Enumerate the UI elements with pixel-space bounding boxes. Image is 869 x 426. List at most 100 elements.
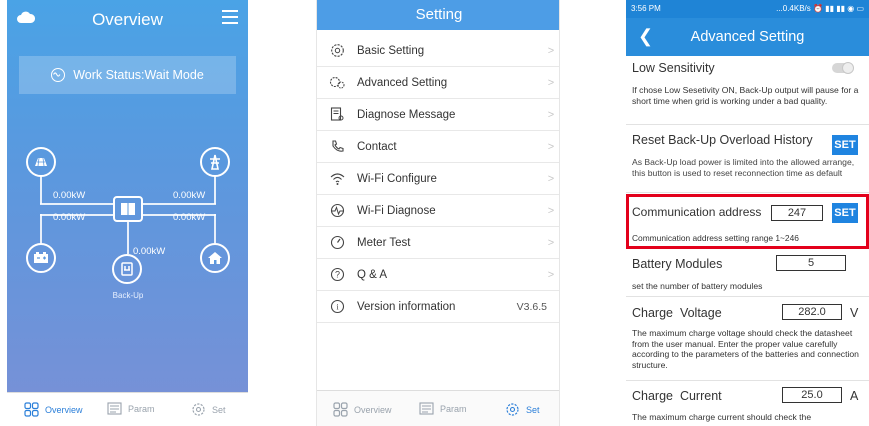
chevron-right-icon: > bbox=[547, 140, 555, 153]
battery-modules-input[interactable]: 5 bbox=[776, 255, 846, 271]
charge-voltage-input[interactable]: 282.0 bbox=[782, 304, 842, 320]
nav-param[interactable]: Param bbox=[107, 402, 155, 415]
setting-item-label: Q & A bbox=[357, 268, 388, 281]
pv-left-value: 0.00kW bbox=[53, 212, 86, 223]
chevron-right-icon: > bbox=[547, 76, 555, 89]
flow-line bbox=[40, 214, 42, 244]
wifi-icon bbox=[329, 171, 345, 187]
grid-icon bbox=[24, 402, 39, 417]
nav-set[interactable]: Set bbox=[505, 402, 540, 417]
work-status-text: Work Status:Wait Mode bbox=[73, 68, 204, 82]
setting-item-label: Wi-Fi Configure bbox=[357, 172, 437, 185]
nav-param-label: Param bbox=[440, 403, 467, 414]
charge-current-desc: The maximum charge current should check … bbox=[632, 412, 812, 422]
overview-header: Overview bbox=[7, 0, 248, 38]
svg-text:?: ? bbox=[334, 270, 339, 280]
reset-overload-label: Reset Back-Up Overload History bbox=[632, 133, 813, 147]
solar-panel-node[interactable] bbox=[26, 147, 56, 177]
setting-item-contact[interactable]: Contact > bbox=[317, 131, 559, 163]
setting-item-advanced[interactable]: Advanced Setting > bbox=[317, 67, 559, 99]
flow-line bbox=[127, 222, 129, 254]
chevron-right-icon: > bbox=[547, 108, 555, 121]
flow-line bbox=[214, 175, 216, 204]
version-value: V3.6.5 bbox=[516, 300, 547, 313]
chevron-right-icon: > bbox=[547, 268, 555, 281]
meter-icon bbox=[329, 235, 345, 251]
flow-line bbox=[40, 175, 42, 204]
pv-right-value: 0.00kW bbox=[173, 212, 206, 223]
nav-overview[interactable]: Overview bbox=[333, 402, 392, 417]
setting-screen: Setting Basic Setting > Advanced Setting… bbox=[316, 0, 560, 426]
flow-line bbox=[142, 203, 216, 205]
low-sensitivity-toggle[interactable] bbox=[832, 62, 854, 74]
flow-line bbox=[40, 203, 114, 205]
inverter-icon bbox=[121, 203, 135, 215]
status-time: 3:56 PM bbox=[631, 4, 661, 13]
backup-label: Back-Up bbox=[112, 291, 144, 300]
setting-item-wifi-configure[interactable]: Wi-Fi Configure > bbox=[317, 163, 559, 195]
status-indicators: ...0.4KB/s ⏰ ▮▮ ▮▮ ◉ ▭ bbox=[776, 4, 864, 13]
divider bbox=[626, 124, 869, 125]
setting-item-label: Contact bbox=[357, 140, 397, 153]
phone-icon bbox=[329, 139, 345, 155]
chevron-right-icon: > bbox=[547, 172, 555, 185]
inverter-node[interactable] bbox=[113, 196, 143, 222]
nav-overview-label: Overview bbox=[354, 404, 392, 415]
gear-icon bbox=[506, 403, 519, 416]
grid-tower-node[interactable] bbox=[200, 147, 230, 177]
setting-item-label: Diagnose Message bbox=[357, 108, 456, 121]
setting-item-label: Wi-Fi Diagnose bbox=[357, 204, 436, 217]
nav-set-label: Set bbox=[526, 404, 540, 415]
home-icon bbox=[208, 252, 222, 264]
solar-panel-icon bbox=[35, 157, 47, 167]
bottom-nav: Overview Param Set bbox=[7, 392, 248, 426]
param-icon bbox=[419, 402, 434, 415]
grid-icon bbox=[333, 402, 348, 417]
battery-node[interactable] bbox=[26, 243, 56, 273]
setting-item-label: Basic Setting bbox=[357, 44, 425, 57]
battery-modules-desc: set the number of battery modules bbox=[632, 281, 763, 291]
grid-left-value: 0.00kW bbox=[53, 190, 86, 201]
setting-title: Setting bbox=[317, 0, 559, 30]
pulse-icon bbox=[329, 203, 345, 219]
grid-right-value: 0.00kW bbox=[173, 190, 206, 201]
reset-overload-set-button[interactable]: SET bbox=[832, 135, 858, 155]
page-title: Advanced Setting bbox=[690, 29, 805, 45]
setting-item-version[interactable]: i Version information V3.6.5 bbox=[317, 291, 559, 323]
charge-voltage-desc: The maximum charge voltage should check … bbox=[632, 328, 859, 370]
low-sensitivity-label: Low Sensitivity bbox=[632, 61, 715, 75]
divider bbox=[626, 192, 869, 193]
svg-text:i: i bbox=[336, 302, 339, 312]
setting-item-label: Meter Test bbox=[357, 236, 411, 249]
charge-current-input[interactable]: 25.0 bbox=[782, 387, 842, 403]
low-sensitivity-desc: If chose Low Sesetivity ON, Back-Up outp… bbox=[632, 85, 859, 106]
nav-set[interactable]: Set bbox=[191, 402, 226, 417]
setting-item-qa[interactable]: ? Q & A > bbox=[317, 259, 559, 291]
setting-item-meter-test[interactable]: Meter Test > bbox=[317, 227, 559, 259]
nav-param[interactable]: Param bbox=[419, 402, 467, 415]
backup-value: 0.00kW bbox=[133, 246, 166, 257]
gear-icon bbox=[192, 403, 205, 416]
reset-overload-desc: As Back-Up load power is limited into th… bbox=[632, 157, 855, 178]
wave-icon bbox=[51, 68, 66, 82]
question-icon: ? bbox=[329, 267, 345, 283]
nav-set-label: Set bbox=[212, 404, 226, 415]
toggle-knob bbox=[842, 62, 854, 74]
charge-current-unit: A bbox=[850, 389, 859, 403]
setting-item-wifi-diagnose[interactable]: Wi-Fi Diagnose > bbox=[317, 195, 559, 227]
menu-icon[interactable] bbox=[222, 10, 238, 24]
setting-item-diagnose-message[interactable]: Diagnose Message > bbox=[317, 99, 559, 131]
charge-current-label: Charge Current bbox=[632, 389, 722, 403]
overview-screen: Overview Work Status:Wait Mode 0.00kW 0.… bbox=[7, 0, 248, 426]
battery-icon bbox=[34, 252, 48, 263]
advanced-setting-screen: 3:56 PM ...0.4KB/s ⏰ ▮▮ ▮▮ ◉ ▭ ❮ Advance… bbox=[626, 0, 869, 426]
page-title: Overview bbox=[92, 10, 163, 29]
bottom-nav: Overview Param Set bbox=[317, 390, 559, 426]
power-tower-icon bbox=[210, 154, 220, 170]
nav-overview[interactable]: Overview bbox=[24, 402, 83, 417]
chevron-right-icon: > bbox=[547, 204, 555, 217]
home-node[interactable] bbox=[200, 243, 230, 273]
backup-node[interactable] bbox=[112, 254, 142, 284]
gears-icon bbox=[329, 75, 345, 91]
setting-item-basic[interactable]: Basic Setting > bbox=[317, 35, 559, 67]
